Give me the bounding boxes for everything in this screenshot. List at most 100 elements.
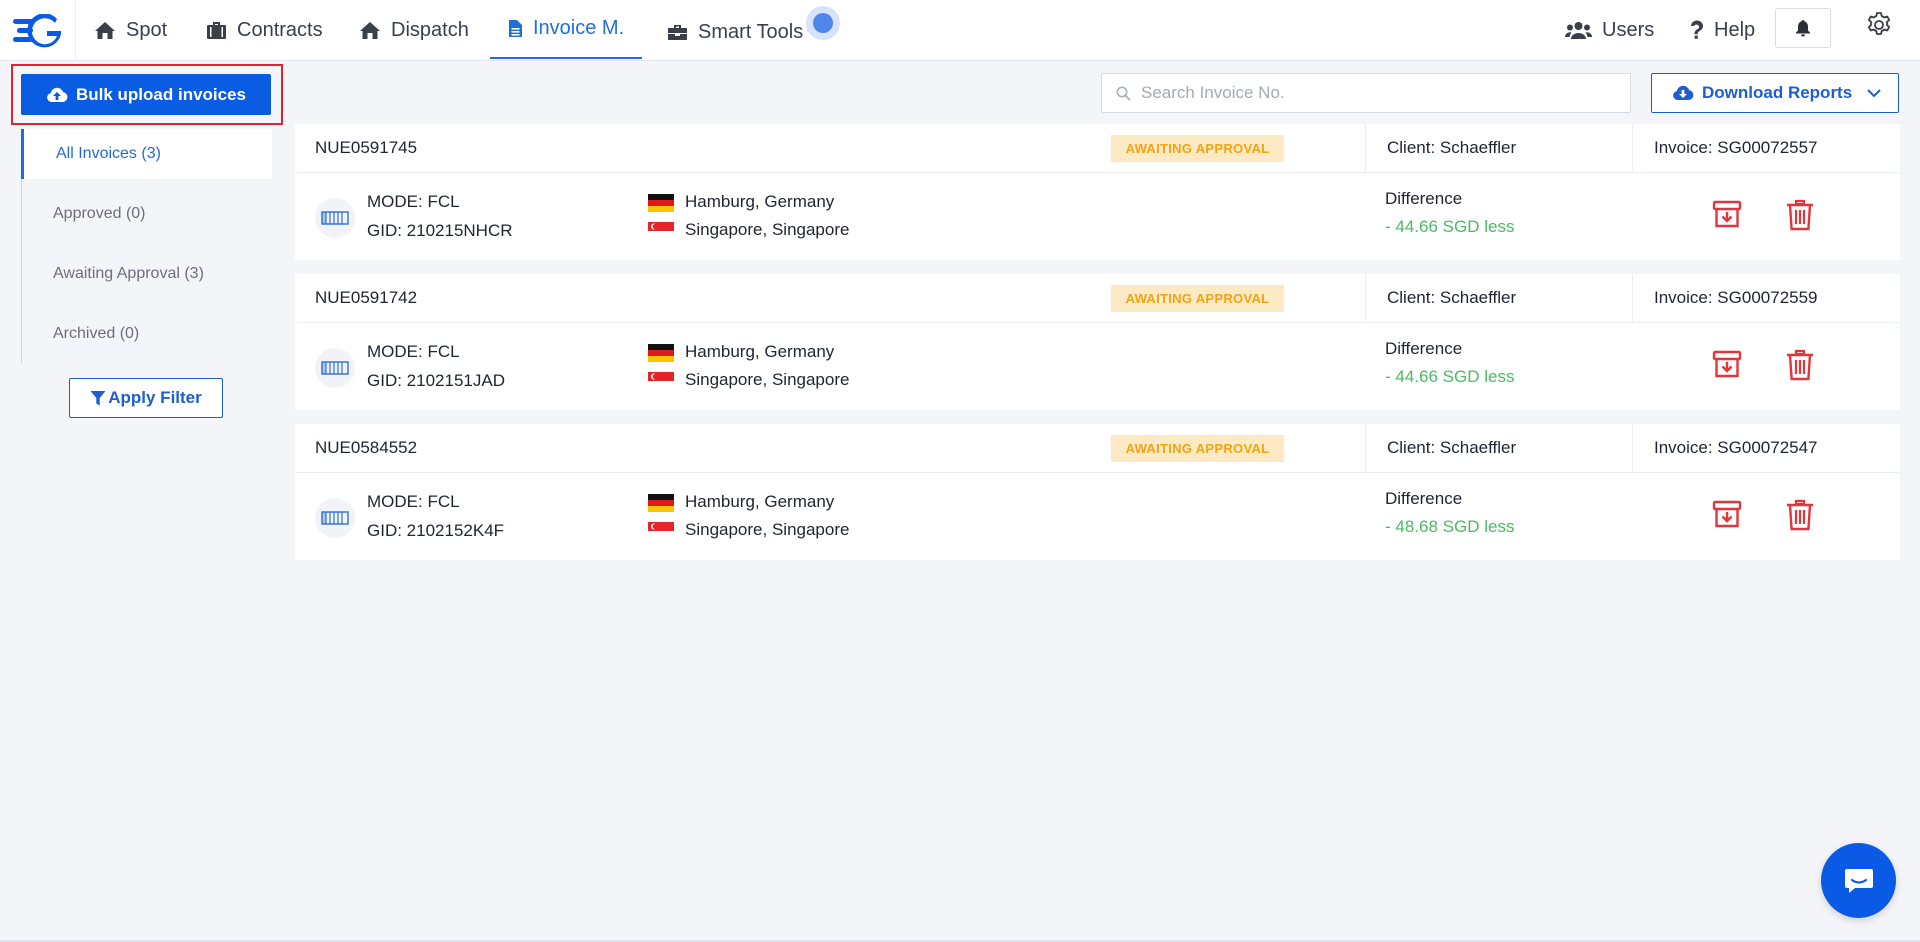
nav-smart-tools[interactable]: Smart Tools [667,2,817,62]
divider [1632,424,1633,473]
bell-icon [1796,20,1810,37]
shipment-gid: GID: 2102152K4F [367,521,505,540]
nav-contracts[interactable]: Contracts [206,0,323,60]
filter-label: All Invoices (3) [56,145,161,162]
notifications-button[interactable] [1775,8,1831,48]
trash-icon [1787,499,1813,531]
nav-label: Users [1602,18,1655,41]
trash-icon [1787,349,1813,381]
nav-label: Smart Tools [698,20,804,43]
cursor-indicator [806,6,840,40]
home-icon [360,21,380,39]
container-icon [315,348,355,388]
toolbox-icon [668,24,687,40]
logo[interactable] [0,0,76,61]
nav-label: Invoice M. [533,17,625,39]
nav-help[interactable]: Help [1690,0,1755,60]
shipment-gid: GID: 210215NHCR [367,221,513,240]
archive-button[interactable] [1712,199,1742,234]
client-name: Client: Schaeffler [1387,288,1517,307]
nav-spot[interactable]: Spot [94,0,167,60]
document-icon [509,20,522,37]
destination-location: Singapore, Singapore [685,370,850,389]
chat-icon [1844,868,1873,893]
difference-value: - 44.66 SGD less [1385,367,1515,386]
divider [1632,274,1633,323]
invoice-reference: Invoice: SG00072547 [1654,438,1818,457]
nav-users[interactable]: Users [1565,0,1654,60]
invoice-card[interactable]: NUE0591745 AWAITING APPROVAL Client: Sch… [295,124,1900,260]
delete-button[interactable] [1786,349,1814,386]
container-icon [315,498,355,538]
invoice-reference: Invoice: SG00072557 [1654,138,1818,157]
invoice-card-header: NUE0591745 AWAITING APPROVAL Client: Sch… [295,124,1900,173]
filter-label: Approved (0) [53,205,146,222]
chat-launcher-button[interactable] [1821,843,1896,918]
origin-location: Hamburg, Germany [685,342,835,361]
nav-label: Contracts [237,18,323,41]
difference-value: - 48.68 SGD less [1385,517,1515,536]
archive-button[interactable] [1712,499,1742,534]
singapore-flag-icon [648,522,674,540]
status-badge: AWAITING APPROVAL [1111,285,1284,312]
difference-value: - 44.66 SGD less [1385,217,1515,236]
invoice-card[interactable]: NUE0591742 AWAITING APPROVAL Client: Sch… [295,274,1900,410]
download-reports-button[interactable]: Download Reports [1651,73,1899,113]
germany-flag-icon [648,344,674,362]
divider [1632,124,1633,173]
difference-label: Difference [1385,489,1463,508]
nav-dispatch[interactable]: Dispatch [359,0,469,60]
delete-button[interactable] [1786,199,1814,236]
status-badge: AWAITING APPROVAL [1111,135,1284,162]
bulk-upload-button[interactable]: Bulk upload invoices [21,74,271,115]
chevron-down-icon [1867,89,1881,98]
search-box [1101,73,1631,113]
logo-icon [12,13,61,47]
top-navigation: Spot Contracts Dispatch Invoice M. Smart… [0,0,1920,61]
shipment-mode: MODE: FCL [367,492,460,511]
apply-filter-label: Apply Filter [108,388,202,407]
destination-location: Singapore, Singapore [685,220,850,239]
singapore-flag-icon [648,222,674,240]
invoice-card-header: NUE0591742 AWAITING APPROVAL Client: Sch… [295,274,1900,323]
trash-icon [1787,199,1813,231]
client-name: Client: Schaeffler [1387,438,1517,457]
invoice-card-header: NUE0584552 AWAITING APPROVAL Client: Sch… [295,424,1900,473]
delete-button[interactable] [1786,499,1814,536]
difference-label: Difference [1385,339,1463,358]
apply-filter-button[interactable]: Apply Filter [69,378,223,418]
home-icon [95,21,115,39]
question-icon [1691,20,1703,39]
nav-invoice-management[interactable]: Invoice M. [490,0,642,59]
invoice-number: NUE0584552 [315,438,418,457]
nav-label: Dispatch [391,18,469,41]
origin-location: Hamburg, Germany [685,192,835,211]
archive-button[interactable] [1712,349,1742,384]
filter-awaiting-approval[interactable]: Awaiting Approval (3) [22,244,272,304]
divider [1365,424,1366,473]
nav-label: Spot [126,18,168,41]
invoice-card[interactable]: NUE0584552 AWAITING APPROVAL Client: Sch… [295,424,1900,560]
difference-label: Difference [1385,189,1463,208]
shipment-gid: GID: 2102151JAD [367,371,505,390]
invoice-number: NUE0591745 [315,138,418,157]
settings-button[interactable] [1866,12,1892,43]
filter-label: Awaiting Approval (3) [53,265,204,282]
filter-all-invoices[interactable]: All Invoices (3) [21,129,272,179]
nav-label: Help [1714,18,1756,41]
archive-icon [1712,200,1742,228]
filter-archived[interactable]: Archived (0) [22,304,272,364]
germany-flag-icon [648,194,674,212]
archive-icon [1712,500,1742,528]
invoice-filter-list: All Invoices (3) Approved (0) Awaiting A… [21,129,272,363]
client-name: Client: Schaeffler [1387,138,1517,157]
cloud-download-icon [1673,85,1694,100]
filter-icon [90,390,106,405]
divider [1365,124,1366,173]
archive-icon [1712,350,1742,378]
search-input[interactable] [1141,83,1621,103]
singapore-flag-icon [648,372,674,390]
filter-approved[interactable]: Approved (0) [22,184,272,244]
shipment-mode: MODE: FCL [367,342,460,361]
invoice-number: NUE0591742 [315,288,418,307]
